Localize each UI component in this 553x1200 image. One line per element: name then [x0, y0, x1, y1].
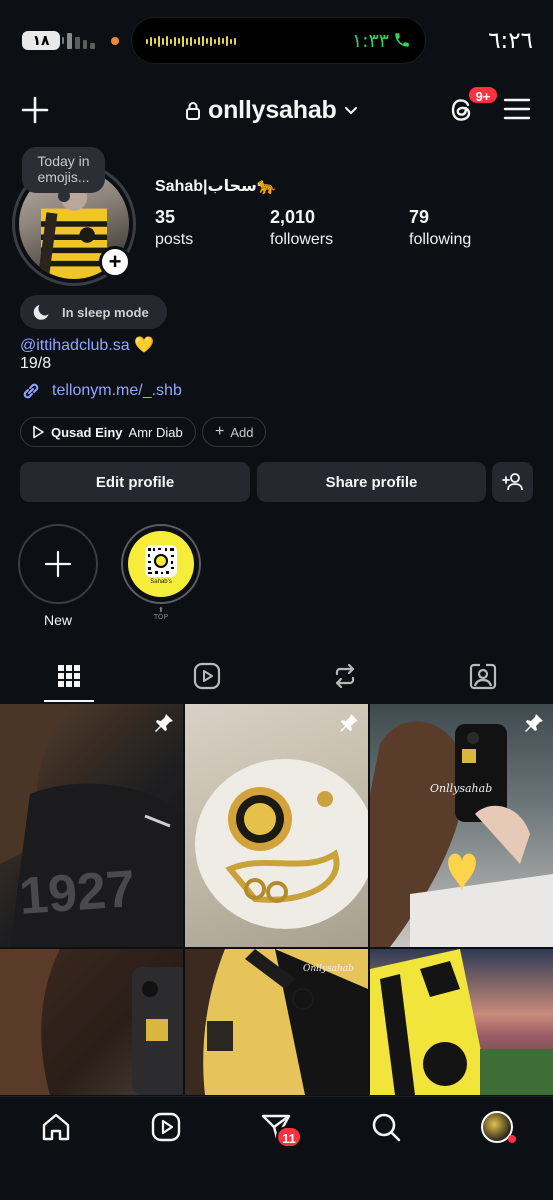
tagged-person-icon: [469, 663, 497, 690]
add-profile-item-chip[interactable]: + Add: [202, 417, 267, 447]
reels-icon: [193, 662, 221, 690]
phone-icon: [395, 33, 409, 47]
highlight-snapcode[interactable]: Sahab's ⬆ TOP: [120, 524, 202, 621]
highlight-top-tag: ⬆ TOP: [153, 607, 169, 621]
music-artist: Amr Diab: [128, 424, 183, 440]
discover-people-button[interactable]: [492, 462, 533, 502]
posts-count: 35: [155, 207, 176, 227]
post-image: 1927: [0, 704, 183, 947]
sleep-mode-label: In sleep mode: [62, 304, 149, 320]
website-link[interactable]: tellonym.me/_.shb: [20, 380, 182, 402]
profile-activity-dot: [508, 1135, 516, 1143]
profile-header: onllysahab 9+: [0, 85, 553, 135]
chevron-down-icon: [344, 106, 357, 114]
add-chip-label: Add: [230, 424, 254, 440]
tab-posts[interactable]: [0, 650, 138, 702]
highlight-new[interactable]: New: [17, 524, 99, 628]
messages-badge: 11: [276, 1126, 302, 1148]
play-icon: [33, 425, 44, 439]
home-icon[interactable]: [40, 1111, 72, 1143]
pinned-icon: [525, 714, 543, 732]
account-switcher[interactable]: onllysahab: [185, 96, 358, 125]
create-plus-icon[interactable]: [20, 95, 50, 125]
bio-text: 19/8: [20, 355, 52, 372]
snapcode-caption: Sahab's: [150, 578, 172, 585]
followers-label: followers: [270, 231, 334, 248]
bio-mention-link[interactable]: @ittihadclub.sa 💛: [20, 335, 154, 355]
profile-note[interactable]: Today in emojis...: [22, 147, 105, 202]
followers-stat[interactable]: 2,010 followers: [270, 207, 333, 249]
grid-post[interactable]: [185, 704, 368, 947]
music-song: Qusad Einy: [51, 424, 123, 440]
signal-icon: [67, 33, 95, 49]
grid-post[interactable]: [0, 949, 183, 1095]
add-person-icon: [501, 473, 523, 491]
battery-indicator: ١٨: [22, 31, 64, 50]
dynamic-island-call[interactable]: ١:٣٣: [131, 17, 426, 64]
tab-tagged[interactable]: [414, 650, 552, 702]
edit-profile-button[interactable]: Edit profile: [20, 462, 250, 502]
watermark-text: Onllysahab: [303, 964, 354, 974]
link-icon: [23, 383, 39, 399]
followers-count: 2,010: [270, 207, 316, 227]
grid-post[interactable]: Onllysahab: [370, 704, 553, 947]
highlight-label: New: [43, 612, 72, 628]
watermark-text: Onllysahab: [430, 782, 492, 795]
share-profile-button[interactable]: Share profile: [257, 462, 486, 502]
posts-label: posts: [155, 231, 194, 248]
search-icon[interactable]: [370, 1111, 402, 1143]
moon-icon: [33, 305, 49, 320]
username: onllysahab: [208, 96, 337, 124]
audio-wave-icon: [146, 35, 236, 47]
grid-post[interactable]: [370, 949, 553, 1095]
snapcode-icon: [145, 544, 177, 577]
call-timer: ١:٣٣: [351, 30, 389, 52]
grid-post[interactable]: 1927: [0, 704, 183, 947]
highlight-circle: Sahab's: [121, 524, 201, 604]
status-clock: ٦:٢٦: [488, 28, 533, 54]
post-image: [0, 949, 183, 1095]
jersey-number-text: 1927: [17, 860, 136, 926]
following-stat[interactable]: 79 following: [409, 207, 471, 249]
grid-post[interactable]: Onllysahab: [185, 949, 368, 1095]
sleep-mode-status[interactable]: In sleep mode: [20, 295, 167, 329]
following-count: 79: [409, 207, 430, 227]
post-image: [370, 949, 553, 1095]
tab-reels[interactable]: [138, 650, 276, 702]
post-image: Onllysahab: [185, 949, 368, 1095]
lock-icon: [186, 101, 200, 120]
profile-music-chip[interactable]: Qusad Einy Amr Diab: [20, 417, 196, 447]
website-url: tellonym.me/_.shb: [52, 382, 182, 399]
following-label: following: [409, 231, 472, 248]
display-name: Sahab|سحاب🐆: [155, 178, 277, 195]
post-image: Onllysahab: [370, 721, 553, 947]
bottom-navigation: 11: [0, 1096, 553, 1200]
status-bar: ١٨ ١:٣٣ ٦:٢٦: [0, 0, 553, 80]
pinned-icon: [340, 714, 358, 732]
top-tag-text: TOP: [153, 614, 169, 621]
grid-icon: [58, 665, 80, 687]
plus-icon: [44, 550, 72, 578]
active-tab-indicator: [44, 700, 94, 702]
reels-nav-icon[interactable]: [150, 1111, 182, 1143]
posts-stat[interactable]: 35 posts: [155, 207, 193, 249]
tab-reposts[interactable]: [276, 650, 414, 702]
posts-grid: 1927 Onllysahab Onllysahab: [0, 704, 553, 1095]
add-story-button[interactable]: +: [99, 246, 131, 278]
profile-tabs: [0, 650, 553, 702]
pinned-icon: [155, 714, 173, 732]
repost-icon: [335, 663, 355, 689]
post-image: [195, 759, 368, 929]
new-highlight-circle: [18, 524, 98, 604]
privacy-indicator-dot: [111, 37, 119, 45]
hamburger-menu-icon[interactable]: [503, 97, 531, 121]
add-plus-icon: +: [215, 423, 225, 440]
notification-badge: 9+: [467, 85, 499, 105]
